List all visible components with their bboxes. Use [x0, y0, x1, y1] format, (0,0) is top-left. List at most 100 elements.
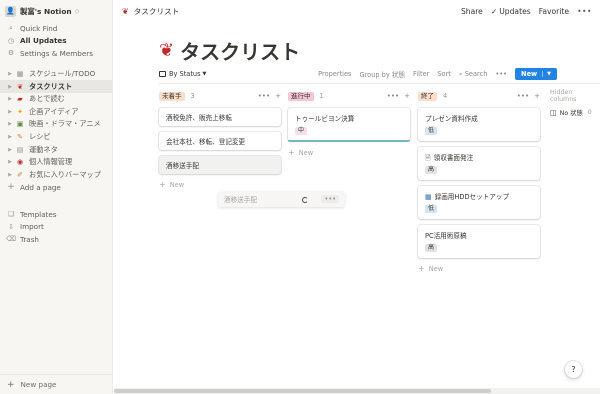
column-more-icon[interactable]: ••• [517, 92, 529, 100]
expand-triangle-icon[interactable]: ▶ [6, 84, 14, 90]
workspace-caret-icon: ◇ [74, 7, 80, 15]
sidebar-item-templates[interactable]: ❏ Templates [0, 208, 112, 221]
more-menu-button[interactable]: ••• [577, 7, 592, 16]
new-label: New [169, 180, 185, 189]
view-more-button[interactable]: ••• [495, 70, 507, 78]
sidebar-item-label: 企画アイディア [29, 106, 79, 116]
templates-icon: ❏ [7, 210, 15, 219]
expand-triangle-icon[interactable]: ▶ [6, 172, 14, 178]
hidden-column-label: No 状態 [559, 110, 583, 117]
share-button[interactable]: Share [461, 7, 483, 16]
gear-icon: ⚙ [7, 49, 15, 58]
workspace-switcher[interactable]: 👤 製富's Notion ◇ [0, 0, 112, 22]
favorite-button[interactable]: Favorite [539, 7, 569, 16]
column-more-icon[interactable]: ••• [258, 92, 270, 100]
board-card[interactable]: プレゼン資料作成 低 [418, 108, 540, 141]
plus-icon[interactable]: + [534, 92, 540, 100]
sidebar-item-personal-info[interactable]: ▶ ◉ 個人情報管理 [0, 156, 112, 169]
horizontal-scrollbar[interactable] [114, 388, 600, 394]
sidebar-item-label: お気に入りバーマップ [29, 169, 101, 179]
priority-badge: 中 [295, 127, 308, 135]
card-title: 酒移送手配 [224, 196, 257, 204]
drag-ghost-card[interactable]: 酒移送手配 ••• [218, 191, 345, 207]
column-new-button[interactable]: + New [159, 180, 281, 189]
help-button[interactable]: ? [565, 361, 582, 378]
expand-triangle-icon[interactable]: ▶ [6, 159, 14, 165]
board-column-todo: 未着手 3 ••• + 酒税免許、販売上移転 会社本社、移転、登記変更 酒移送手配… [159, 90, 281, 189]
loading-cursor-icon [302, 197, 308, 203]
check-icon: ✓ [490, 6, 498, 16]
scrollbar-thumb[interactable] [114, 389, 491, 393]
column-more-icon[interactable]: ••• [387, 92, 399, 100]
breadcrumb[interactable]: ❦ タスクリスト [122, 6, 179, 17]
bulb-icon: ✦ [17, 107, 23, 116]
chevron-down-icon[interactable]: ▼ [542, 71, 551, 77]
hidden-column-count: 0 [587, 109, 592, 116]
board-card[interactable]: 酒移送手配 [159, 156, 281, 174]
sidebar-item-label: タスクリスト [29, 81, 73, 91]
status-tag[interactable]: 進行中 [288, 91, 314, 101]
sidebar-item-ideas[interactable]: ▶ ✦ 企画アイディア [0, 106, 112, 119]
new-page-button[interactable]: + New page [0, 374, 112, 394]
notepad-icon: ▤ [16, 145, 24, 154]
search-button[interactable]: ⌕ Search [459, 70, 487, 79]
sidebar-item-exercise[interactable]: ▶ ▤ 運動ネタ [0, 143, 112, 156]
priority-badge: 低 [425, 127, 438, 135]
expand-triangle-icon[interactable]: ▶ [6, 134, 14, 140]
card-more-icon[interactable]: ••• [321, 195, 339, 203]
tooth-icon[interactable]: ❦ [159, 40, 174, 61]
sidebar-item-movies[interactable]: ▶ ▣ 映画・ドラマ・アニメ [0, 118, 112, 131]
search-label: Search [464, 69, 488, 78]
expand-triangle-icon[interactable]: ▶ [6, 121, 14, 127]
sidebar-item-read-later[interactable]: ▶ ▰ あとで読む [0, 93, 112, 106]
board-card[interactable]: ▦ 録画用HDDセットアップ 低 [418, 186, 540, 219]
sort-button[interactable]: Sort [437, 70, 451, 78]
view-toolbar: By Status ▼ Properties Group by 状態 Filte… [159, 66, 557, 82]
filter-button[interactable]: Filter [413, 70, 429, 78]
status-tag[interactable]: 未着手 [159, 91, 185, 101]
sidebar-item-import[interactable]: ⇩ Import [0, 220, 112, 233]
board-card[interactable]: 酒税免許、販売上移転 [159, 108, 281, 126]
expand-triangle-icon[interactable]: ▶ [6, 109, 14, 115]
hidden-columns: Hidden columns ◫ No 状態 0 [550, 89, 600, 118]
sidebar-item-recipes[interactable]: ▶ ✎ レシピ [0, 131, 112, 144]
sidebar: 👤 製富's Notion ◇ ⌕ Quick Find ◷ All Updates… [0, 0, 113, 394]
updates-button[interactable]: ✓ Updates [491, 7, 531, 16]
board-card[interactable]: トゥールビヨン決算 中 [288, 108, 410, 141]
hidden-column-item[interactable]: ◫ No 状態 0 [550, 108, 600, 118]
expand-triangle-icon[interactable]: ▶ [6, 96, 14, 102]
board-card[interactable]: 会社本社、移転、登記変更 [159, 132, 281, 150]
column-new-button[interactable]: + New [288, 148, 410, 157]
new-label: New [428, 264, 444, 273]
plus-icon[interactable]: + [404, 92, 410, 100]
column-new-button[interactable]: + New [418, 264, 540, 273]
sidebar-item-bar-map[interactable]: ▶ ✐ お気に入りバーマップ [0, 169, 112, 182]
plus-icon: + [7, 182, 15, 193]
sidebar-item-all-updates[interactable]: ◷ All Updates [0, 35, 112, 48]
sidebar-item-label: レシピ [29, 132, 51, 142]
board-card[interactable]: 🗎 領収書面発注 高 [418, 147, 540, 180]
expand-triangle-icon[interactable]: ▶ [6, 147, 14, 153]
sidebar-item-label: Quick Find [20, 23, 58, 33]
sidebar-item-task-list[interactable]: ▶ ❦ タスクリスト [0, 80, 112, 93]
progress-bar [288, 140, 410, 142]
view-selector[interactable]: By Status ▼ [159, 70, 206, 78]
add-page-button[interactable]: + Add a page [0, 181, 112, 194]
sidebar-item-settings[interactable]: ⚙ Settings & Members [0, 47, 112, 60]
status-tag[interactable]: 終了 [418, 91, 437, 101]
board-card[interactable]: PC活用術原稿 高 [418, 225, 540, 258]
plus-icon[interactable]: + [275, 92, 281, 100]
group-by-button[interactable]: Group by 状態 [359, 69, 405, 79]
sidebar-item-quick-find[interactable]: ⌕ Quick Find [0, 22, 112, 35]
page-title[interactable]: ❦ タスクリスト [159, 36, 300, 65]
page-title-text[interactable]: タスクリスト [180, 36, 300, 65]
board-column-doing: 進行中 1 ••• + トゥールビヨン決算 中 + New [288, 90, 410, 157]
card-title: 酒移送手配 [166, 162, 199, 170]
new-button[interactable]: New ▼ [515, 68, 557, 80]
expand-triangle-icon[interactable]: ▶ [6, 71, 14, 77]
sidebar-item-trash[interactable]: ⌫ Trash [0, 233, 112, 246]
sidebar-item-label: All Updates [20, 36, 67, 46]
sidebar-item-schedule[interactable]: ▶ ▦ スケジュール/TODO [0, 68, 112, 81]
properties-button[interactable]: Properties [318, 70, 351, 78]
plus-icon: + [7, 379, 15, 390]
